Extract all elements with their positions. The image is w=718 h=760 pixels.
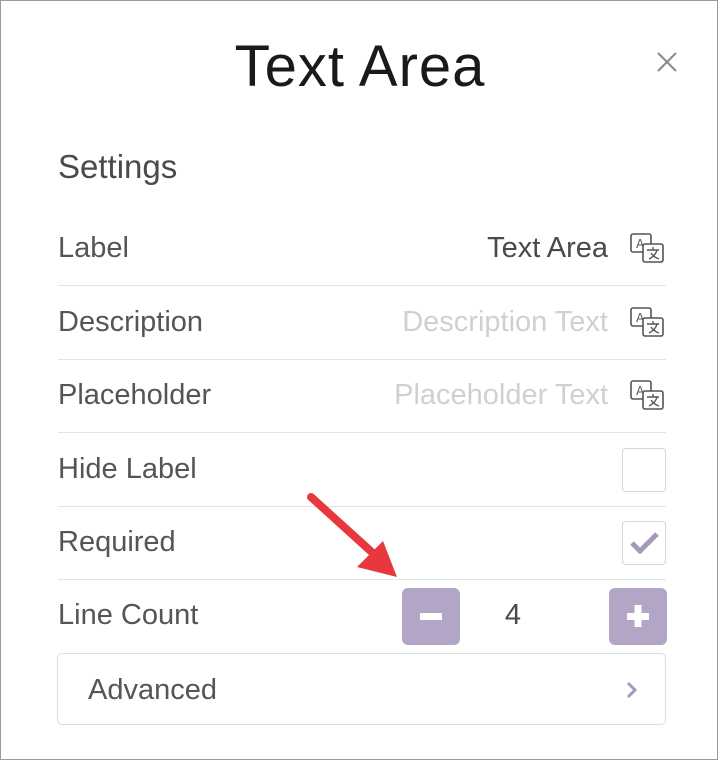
- decrement-button[interactable]: [402, 588, 460, 645]
- row-label: Hide Label: [58, 453, 197, 485]
- row-label: Description: [58, 306, 204, 338]
- settings-heading: Settings: [58, 148, 178, 185]
- line-count-value: 4: [504, 599, 522, 631]
- advanced-section-toggle[interactable]: Advanced: [57, 653, 666, 725]
- minus-icon: [420, 613, 442, 620]
- row-label: Placeholder: [58, 379, 212, 411]
- advanced-label: Advanced: [88, 674, 217, 706]
- chevron-right-icon: [626, 681, 638, 699]
- translate-icon[interactable]: A: [630, 307, 666, 339]
- close-icon: [657, 52, 677, 72]
- label-value-field[interactable]: Text Area: [487, 212, 608, 285]
- checkmark-icon: [630, 532, 659, 555]
- increment-button[interactable]: [609, 588, 667, 645]
- setting-row-required: Required: [58, 506, 666, 580]
- setting-row-label: Label Text Area A: [58, 212, 666, 286]
- description-value-field[interactable]: Description Text: [402, 286, 608, 359]
- dialog-title: Text Area: [234, 34, 486, 99]
- setting-row-line-count: Line Count 4: [58, 579, 667, 652]
- required-checkbox[interactable]: [622, 521, 666, 565]
- translate-icon[interactable]: A: [630, 233, 666, 265]
- text-area-settings-dialog: Text Area Settings Label Text Area A Des…: [0, 0, 718, 760]
- setting-row-description: Description Description Text A: [58, 286, 666, 360]
- plus-icon: [627, 605, 649, 627]
- placeholder-value-field[interactable]: Placeholder Text: [394, 359, 608, 432]
- row-label: Label: [58, 232, 129, 264]
- setting-row-hide-label: Hide Label: [58, 433, 666, 507]
- hide-label-checkbox[interactable]: [622, 448, 666, 492]
- close-button[interactable]: [651, 46, 683, 78]
- setting-row-placeholder: Placeholder Placeholder Text A: [58, 359, 666, 433]
- row-label: Line Count: [58, 599, 199, 631]
- translate-icon[interactable]: A: [630, 380, 666, 412]
- row-label: Required: [58, 526, 176, 558]
